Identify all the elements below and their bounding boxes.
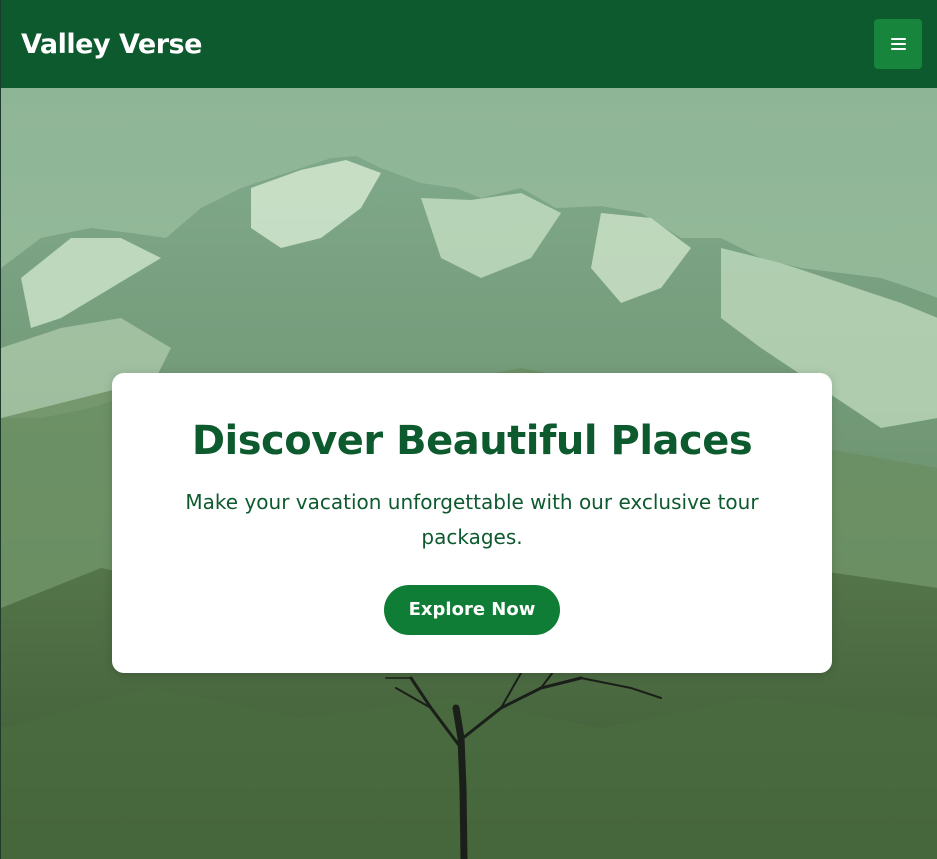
brand-logo-text[interactable]: Valley Verse — [21, 29, 202, 60]
hero-title: Discover Beautiful Places — [191, 418, 753, 464]
page: Valley Verse Discover Beautiful Places M… — [0, 0, 937, 859]
explore-now-button[interactable]: Explore Now — [384, 585, 560, 635]
navbar: Valley Verse — [1, 0, 937, 88]
hero-section: Discover Beautiful Places Make your vaca… — [1, 88, 937, 859]
hero-subtitle: Make your vacation unforgettable with ou… — [185, 490, 759, 549]
hamburger-menu-icon — [890, 38, 906, 50]
menu-toggle-button[interactable] — [874, 19, 922, 69]
hero-card: Discover Beautiful Places Make your vaca… — [112, 373, 832, 673]
